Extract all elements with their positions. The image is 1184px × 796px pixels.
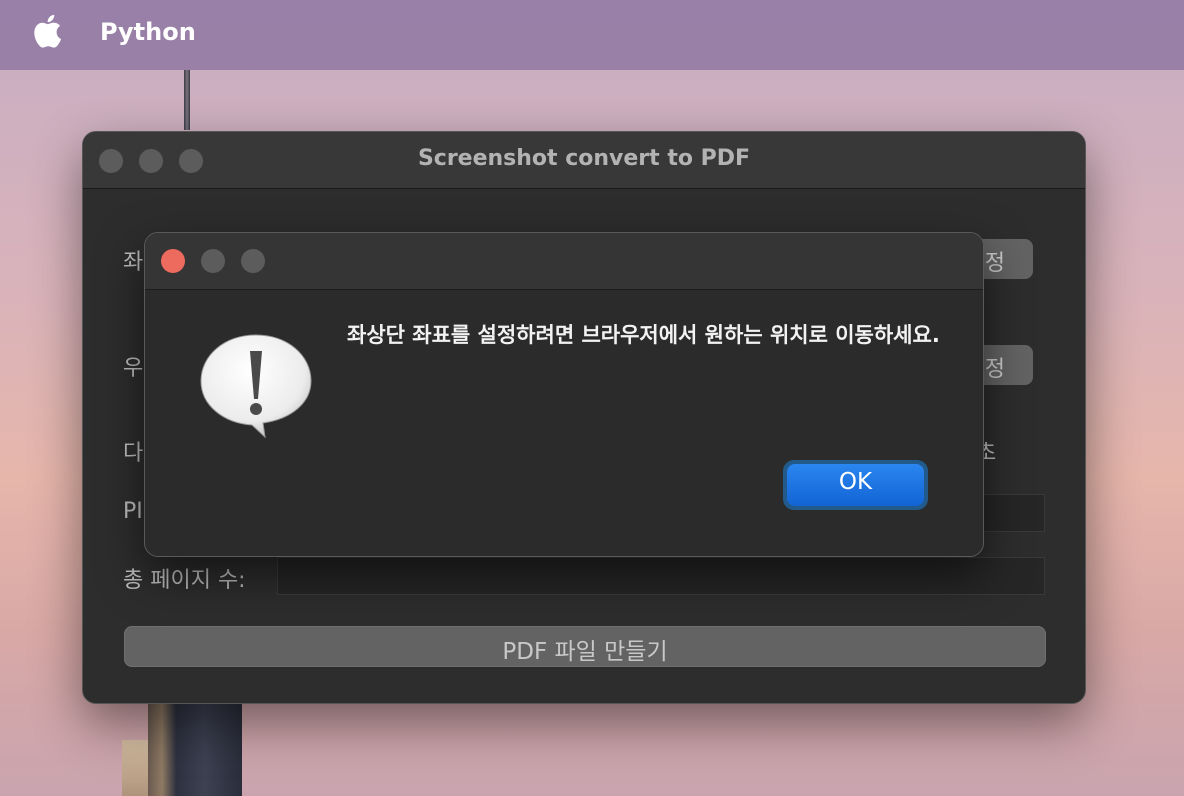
alert-dialog: 좌상단 좌표를 설정하려면 브라우저에서 원하는 위치로 이동하세요. OK xyxy=(144,232,984,557)
alert-minimize-button xyxy=(201,249,225,273)
alert-zoom-button xyxy=(241,249,265,273)
main-titlebar: Screenshot convert to PDF xyxy=(83,132,1085,189)
total-pages-field[interactable] xyxy=(277,557,1045,595)
top-left-label: 좌 xyxy=(123,250,144,275)
bottom-right-label: 우 xyxy=(123,356,144,381)
menu-app-name[interactable]: Python xyxy=(100,18,196,46)
total-pages-label: 총 페이지 수: xyxy=(123,568,246,593)
alert-message: 좌상단 좌표를 설정하려면 브라우저에서 원하는 위치로 이동하세요. xyxy=(347,323,940,347)
menu-bar: Python xyxy=(0,0,1184,70)
delay-label: 다 xyxy=(123,441,144,466)
alert-titlebar xyxy=(145,233,983,290)
ok-button[interactable]: OK xyxy=(787,464,924,506)
wallpaper-tower-antenna xyxy=(184,70,190,130)
alert-close-button[interactable] xyxy=(161,249,185,273)
make-pdf-button[interactable]: PDF 파일 만들기 xyxy=(124,626,1046,667)
apple-menu-icon[interactable] xyxy=(32,13,62,49)
wallpaper-tower xyxy=(148,700,242,796)
pdf-name-label: PI xyxy=(123,499,143,524)
ok-button-focus-ring: OK xyxy=(783,460,928,510)
main-window-title: Screenshot convert to PDF xyxy=(417,146,751,171)
caution-speech-bubble-icon xyxy=(200,334,312,439)
